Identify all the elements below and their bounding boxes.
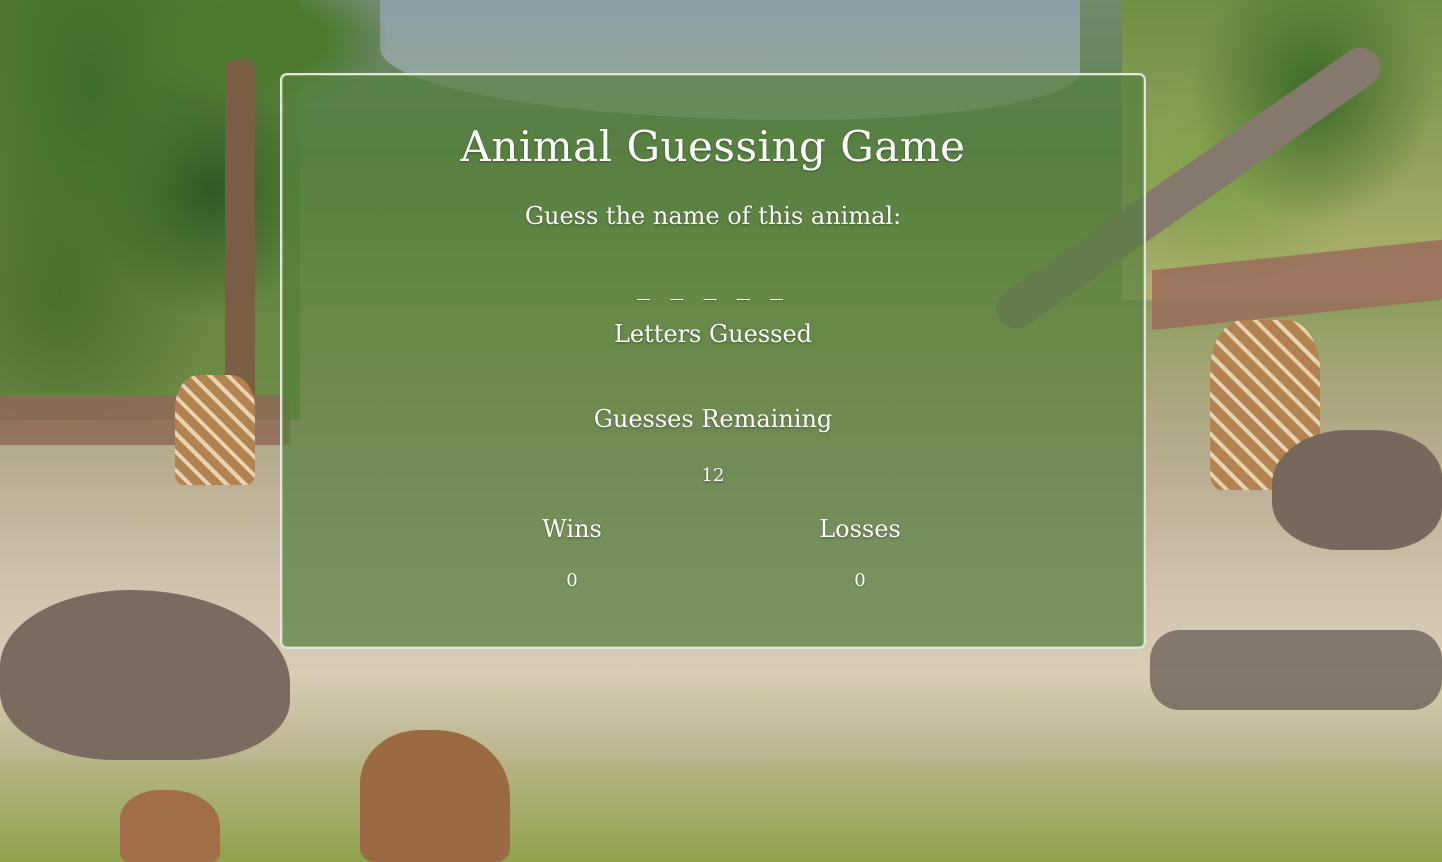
background-rhino-right: [1272, 430, 1442, 550]
guesses-remaining-label: Guesses Remaining: [593, 405, 833, 433]
background-rhino-left: [0, 590, 290, 760]
game-panel: Animal Guessing Game Guess the name of t…: [280, 73, 1146, 649]
losses-label: Losses: [819, 515, 901, 543]
background-oryx-small: [120, 790, 220, 862]
wins-value: 0: [566, 570, 578, 591]
losses-value: 0: [854, 570, 866, 591]
background-log: [1150, 630, 1442, 710]
guesses-remaining-value: 12: [701, 465, 725, 486]
losses-stat: Losses 0: [760, 514, 960, 592]
background-giraffe-left: [175, 375, 255, 485]
guess-prompt: Guess the name of this animal:: [524, 202, 902, 230]
wins-label: Wins: [542, 515, 602, 543]
game-title: Animal Guessing Game: [460, 122, 966, 171]
background-oryx: [360, 730, 510, 862]
wins-stat: Wins 0: [472, 514, 672, 592]
letters-guessed-label: Letters Guessed: [613, 320, 813, 348]
word-blanks: _ _ _ _ _: [636, 271, 790, 301]
letters-guessed-value: [282, 359, 1144, 383]
